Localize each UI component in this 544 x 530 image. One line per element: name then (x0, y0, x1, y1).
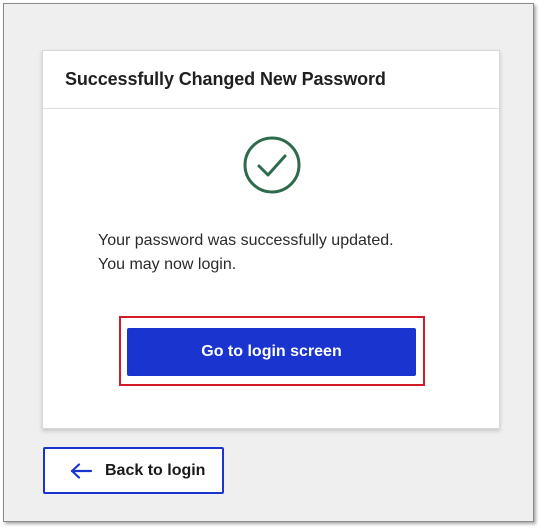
card-header: Successfully Changed New Password (43, 51, 499, 109)
success-message: Your password was successfully updated. … (98, 229, 394, 277)
success-message-line-1: Your password was successfully updated. (98, 232, 394, 249)
back-to-login-button[interactable]: Back to login (43, 447, 224, 494)
screenshot: Successfully Changed New Password Your p… (0, 0, 544, 530)
password-changed-card: Successfully Changed New Password Your p… (42, 50, 500, 429)
check-circle-icon (243, 136, 301, 194)
app-window: Successfully Changed New Password Your p… (3, 3, 534, 522)
back-to-login-label: Back to login (105, 461, 206, 479)
go-to-login-screen-button[interactable]: Go to login screen (127, 328, 416, 376)
arrow-left-icon (70, 462, 93, 479)
card-title: Successfully Changed New Password (65, 69, 386, 89)
success-message-line-2: You may now login. (98, 256, 237, 273)
